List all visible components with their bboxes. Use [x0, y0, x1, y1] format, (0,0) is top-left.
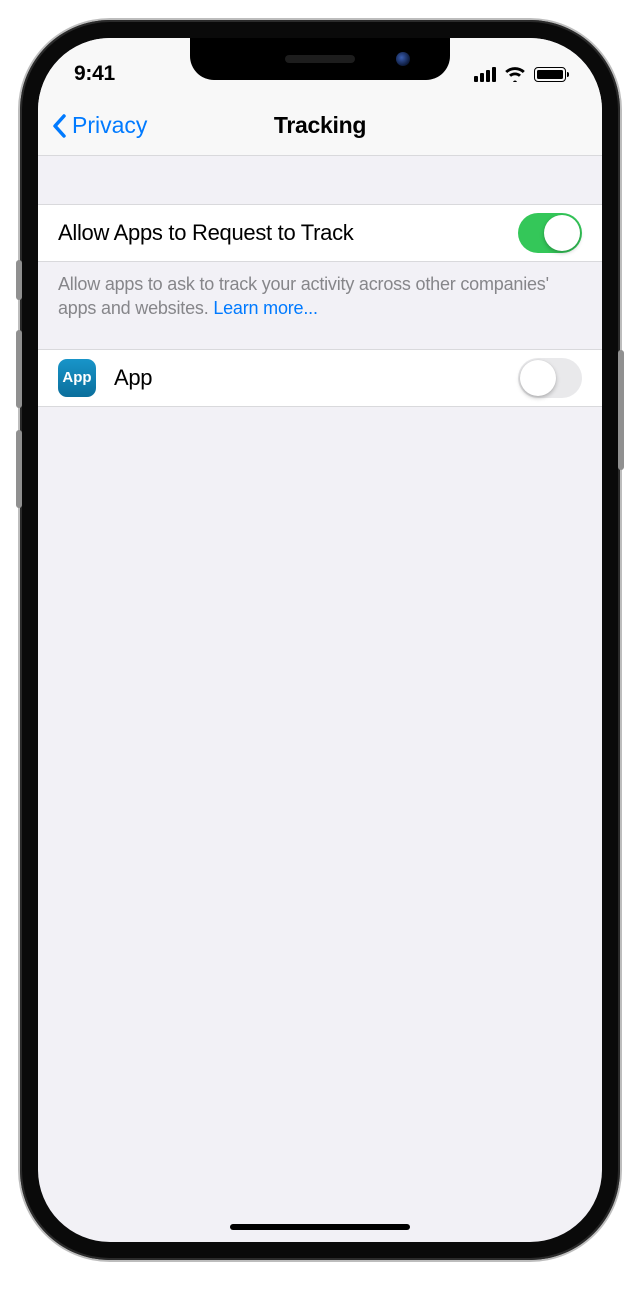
- power-button: [618, 350, 624, 470]
- home-indicator[interactable]: [230, 1224, 410, 1230]
- app-name-label: App: [114, 365, 518, 391]
- allow-tracking-label: Allow Apps to Request to Track: [58, 220, 518, 246]
- learn-more-link[interactable]: Learn more...: [213, 298, 317, 318]
- status-time: 9:41: [74, 62, 115, 86]
- allow-tracking-toggle[interactable]: [518, 213, 582, 253]
- allow-tracking-row: Allow Apps to Request to Track: [38, 204, 602, 262]
- mute-switch: [16, 260, 22, 300]
- content-area: Allow Apps to Request to Track Allow app…: [38, 156, 602, 407]
- speaker-grille: [285, 55, 355, 63]
- notch: [190, 38, 450, 80]
- screen: 9:41: [38, 38, 602, 1242]
- app-row: App App: [38, 349, 602, 407]
- chevron-left-icon: [52, 114, 68, 138]
- phone-frame: 9:41: [20, 20, 620, 1260]
- status-icons: [474, 66, 566, 82]
- back-label: Privacy: [72, 112, 147, 139]
- volume-up-button: [16, 330, 22, 408]
- cellular-signal-icon: [474, 66, 496, 82]
- app-tracking-toggle[interactable]: [518, 358, 582, 398]
- app-icon: App: [58, 359, 96, 397]
- volume-down-button: [16, 430, 22, 508]
- front-camera: [396, 52, 410, 66]
- wifi-icon: [504, 66, 526, 82]
- battery-icon: [534, 67, 566, 82]
- back-button[interactable]: Privacy: [52, 96, 147, 155]
- page-title: Tracking: [274, 112, 366, 139]
- tracking-description: Allow apps to ask to track your activity…: [38, 262, 602, 349]
- navigation-bar: Privacy Tracking: [38, 96, 602, 156]
